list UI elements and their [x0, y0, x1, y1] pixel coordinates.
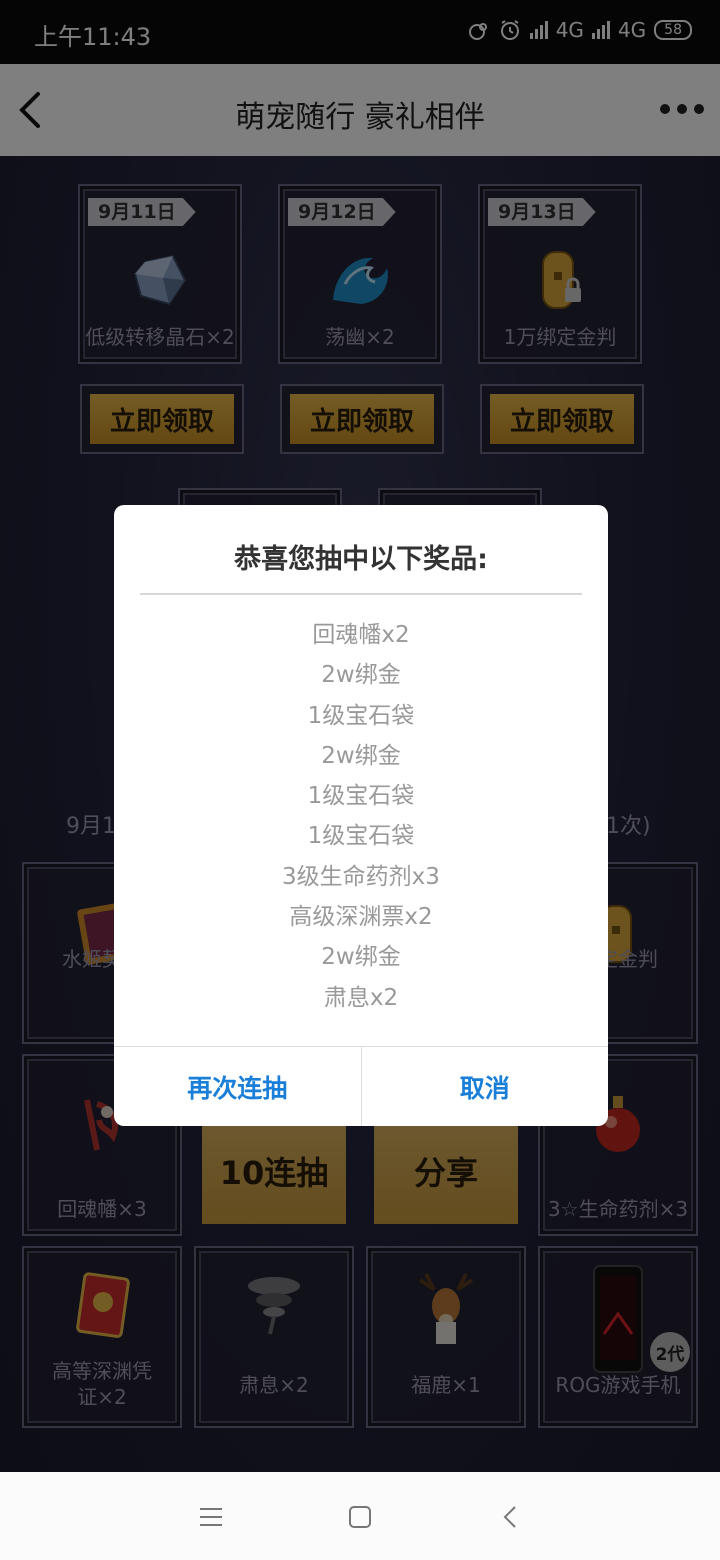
- prize-item: 回魂幡x2: [312, 622, 410, 648]
- prize-item: 高级深渊票x2: [289, 904, 433, 931]
- dialog-divider: [140, 593, 582, 595]
- home-icon[interactable]: [345, 1502, 375, 1532]
- dialog-actions: 再次连抽 取消: [114, 1046, 608, 1126]
- prize-item: 2w绑金: [321, 662, 401, 689]
- cancel-button[interactable]: 取消: [360, 1047, 609, 1126]
- prize-item: 1级宝石袋: [307, 823, 415, 850]
- prize-list: 回魂幡x2 2w绑金 1级宝石袋 2w绑金 1级宝石袋 1级宝石袋 3级生命药剂…: [114, 615, 608, 1018]
- dialog-title: 恭喜您抽中以下奖品:: [234, 544, 488, 575]
- prize-item: 1级宝石袋: [307, 783, 415, 810]
- prize-result-dialog: 恭喜您抽中以下奖品: 回魂幡x2 2w绑金 1级宝石袋 2w绑金 1级宝石袋 1…: [114, 505, 608, 1126]
- draw-again-button[interactable]: 再次连抽: [114, 1047, 361, 1126]
- system-nav-bar: [0, 1472, 720, 1560]
- prize-item: 2w绑金: [321, 742, 401, 769]
- prize-item: 肃息x2: [323, 984, 399, 1011]
- prize-item: 2w绑金: [321, 944, 401, 971]
- back-nav-icon[interactable]: [496, 1502, 526, 1532]
- menu-icon[interactable]: [196, 1502, 226, 1532]
- prize-item: 3级生命药剂x3: [282, 863, 440, 890]
- prize-item: 1级宝石袋: [307, 702, 415, 729]
